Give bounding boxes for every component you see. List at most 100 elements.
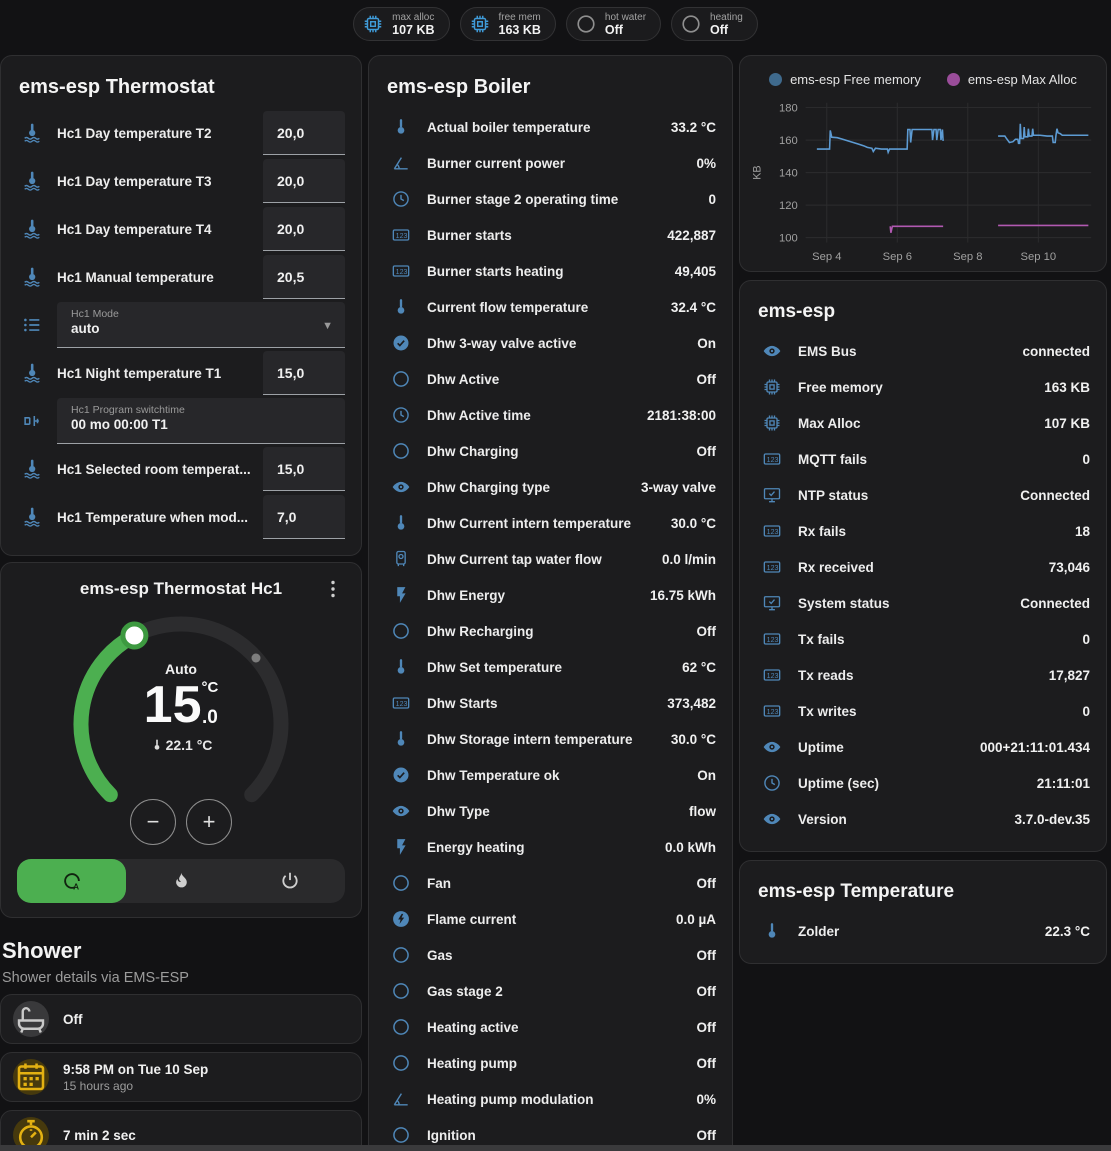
sensor-row[interactable]: Gas Off [385,937,716,973]
setting-row[interactable]: Hc1 Mode auto ▼ [17,301,345,349]
shower-tile[interactable]: Off [0,994,362,1044]
number-input[interactable]: 7,0 [263,495,345,539]
legend-item[interactable]: ems-esp Max Alloc [947,72,1077,87]
sensor-row[interactable]: Actual boiler temperature 33.2 °C [385,109,716,145]
sensor-row[interactable]: Uptime 000+21:11:01.434 [756,729,1090,765]
sensor-label: Dhw Starts [427,696,659,711]
sensor-row[interactable]: Burner stage 2 operating time 0 [385,181,716,217]
kebab-menu-icon[interactable] [321,577,345,601]
temp-increase-button[interactable]: + [186,799,232,845]
text-input[interactable]: Hc1 Program switchtime 00 mo 00:00 T1 [57,398,345,444]
sensor-value: 62 °C [682,660,716,675]
sensor-row[interactable]: Dhw Storage intern temperature 30.0 °C [385,721,716,757]
sensor-row[interactable]: 123 Tx fails 0 [756,621,1090,657]
sensor-row[interactable]: Dhw Temperature ok On [385,757,716,793]
status-badge[interactable]: max alloc 107 KB [353,7,449,41]
setting-row[interactable]: Hc1 Program switchtime 00 mo 00:00 T1 [17,397,345,445]
circle-outline-icon [680,13,702,35]
sensor-row[interactable]: Dhw Current tap water flow 0.0 l/min [385,541,716,577]
sensor-value: 3.7.0-dev.35 [1014,812,1090,827]
setting-row[interactable]: Hc1 Night temperature T1 15,0 [17,349,345,397]
sensor-row[interactable]: NTP status Connected [756,477,1090,513]
sensor-row[interactable]: Heating pump modulation 0% [385,1081,716,1117]
thermostat-dial[interactable]: Auto 15 °C .0 22.1 °C [17,603,345,845]
circle-outline-icon [391,981,411,1001]
sensor-label: Burner stage 2 operating time [427,192,700,207]
number-input[interactable]: 20,0 [263,111,345,155]
water-thermometer-icon [21,266,43,288]
setting-row[interactable]: Hc1 Day temperature T2 20,0 [17,109,345,157]
sensor-row[interactable]: Dhw Type flow [385,793,716,829]
number-input[interactable]: 15,0 [263,447,345,491]
sensor-row[interactable]: Fan Off [385,865,716,901]
sensor-row[interactable]: 123 Tx reads 17,827 [756,657,1090,693]
dial-knob[interactable] [123,624,146,647]
sensor-row[interactable]: 123 Tx writes 0 [756,693,1090,729]
legend-item[interactable]: ems-esp Free memory [769,72,921,87]
bottom-scrollbar[interactable] [0,1145,1111,1151]
sensor-row[interactable]: Uptime (sec) 21:11:01 [756,765,1090,801]
sensor-row[interactable]: Heating active Off [385,1009,716,1045]
badge-value: 163 KB [499,23,541,37]
sensor-row[interactable]: Max Alloc 107 KB [756,405,1090,441]
hvac-mode-label: Auto [17,661,345,677]
sensor-row[interactable]: Free memory 163 KB [756,369,1090,405]
number-input[interactable]: 20,0 [263,159,345,203]
number-input[interactable]: 20,5 [263,255,345,299]
sensor-value: Off [697,1020,717,1035]
sensor-row[interactable]: 123 MQTT fails 0 [756,441,1090,477]
number-input[interactable]: 15,0 [263,351,345,395]
sensor-row[interactable]: System status Connected [756,585,1090,621]
hvac-mode-button[interactable] [236,859,345,903]
mode-select[interactable]: Hc1 Mode auto ▼ [57,302,345,348]
sensor-row[interactable]: Gas stage 2 Off [385,973,716,1009]
sensor-row[interactable]: 123 Burner starts heating 49,405 [385,253,716,289]
sensor-row[interactable]: Dhw Charging Off [385,433,716,469]
setting-row[interactable]: Hc1 Day temperature T4 20,0 [17,205,345,253]
right-column: ems-esp Free memory ems-esp Max Alloc 100… [739,55,1107,1151]
counter-icon: 123 [391,261,411,281]
setting-row[interactable]: Hc1 Manual temperature 20,5 [17,253,345,301]
sensor-row[interactable]: Heating pump Off [385,1045,716,1081]
setting-row[interactable]: Hc1 Selected room temperat... 15,0 [17,445,345,493]
sensor-row[interactable]: Dhw Active Off [385,361,716,397]
line-chart[interactable]: 100120140160180Sep 4Sep 6Sep 8Sep 10KB [748,89,1096,267]
counter-icon: 123 [391,693,411,713]
sensor-row[interactable]: 123 Rx received 73,046 [756,549,1090,585]
sensor-row[interactable]: Energy heating 0.0 kWh [385,829,716,865]
angle-acute-icon [391,153,411,173]
sensor-row[interactable]: Dhw Recharging Off [385,613,716,649]
sensor-row[interactable]: Current flow temperature 32.4 °C [385,289,716,325]
svg-text:120: 120 [779,200,798,212]
eye-icon [391,477,411,497]
sensor-row[interactable]: Dhw Set temperature 62 °C [385,649,716,685]
status-badge[interactable]: heating Off [671,7,758,41]
status-badge[interactable]: free mem 163 KB [460,7,556,41]
card-title: ems-esp [756,295,1090,333]
sensor-row[interactable]: 123 Rx fails 18 [756,513,1090,549]
sensor-row[interactable]: Dhw 3-way valve active On [385,325,716,361]
sensor-row[interactable]: Dhw Energy 16.75 kWh [385,577,716,613]
temp-decrease-button[interactable]: − [130,799,176,845]
sensor-row[interactable]: Version 3.7.0-dev.35 [756,801,1090,837]
sensor-value: 30.0 °C [671,732,716,747]
svg-text:A: A [73,882,79,891]
sensor-row[interactable]: Dhw Charging type 3-way valve [385,469,716,505]
shower-tile[interactable]: 9:58 PM on Tue 10 Sep 15 hours ago [0,1052,362,1102]
sensor-value: 22.3 °C [1045,924,1090,939]
sensor-row[interactable]: Zolder 22.3 °C [756,913,1090,949]
setting-row[interactable]: Hc1 Day temperature T3 20,0 [17,157,345,205]
number-input[interactable]: 20,0 [263,207,345,251]
sensor-row[interactable]: EMS Bus connected [756,333,1090,369]
sensor-row[interactable]: 123 Dhw Starts 373,482 [385,685,716,721]
setting-row[interactable]: Hc1 Temperature when mod... 7,0 [17,493,345,541]
sensor-row[interactable]: Flame current 0.0 µA [385,901,716,937]
hvac-mode-button[interactable]: A [17,859,126,903]
status-badge[interactable]: hot water Off [566,7,661,41]
sensor-row[interactable]: Dhw Active time 2181:38:00 [385,397,716,433]
hvac-mode-button[interactable] [126,859,235,903]
sensor-value: Connected [1020,596,1090,611]
sensor-row[interactable]: Burner current power 0% [385,145,716,181]
sensor-row[interactable]: Dhw Current intern temperature 30.0 °C [385,505,716,541]
sensor-row[interactable]: 123 Burner starts 422,887 [385,217,716,253]
